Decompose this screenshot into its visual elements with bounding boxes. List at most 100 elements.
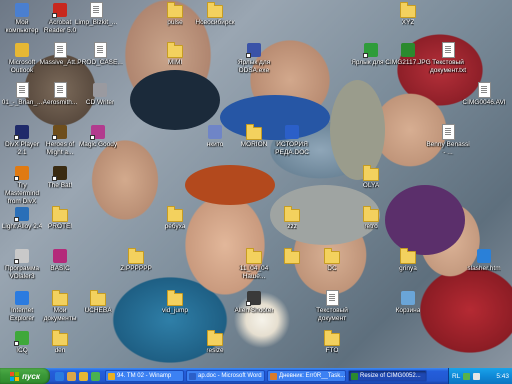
desktop-icon-label: PROD_CASE... xyxy=(77,59,123,66)
document-icon xyxy=(14,82,30,98)
desktop-icon-label: slasher.htm xyxy=(467,265,501,272)
document-icon xyxy=(52,82,68,98)
desktop-icon-xyz[interactable]: XYZ xyxy=(386,2,430,27)
desktop-icon-label: ICQ xyxy=(16,347,28,354)
folder-icon xyxy=(400,248,416,264)
start-button-label: пуск xyxy=(22,371,40,381)
network-tray-icon[interactable] xyxy=(463,372,471,380)
desktop-icon-label: pulse xyxy=(167,19,183,26)
folder-icon xyxy=(246,124,262,140)
divx-tmm-icon xyxy=(14,165,30,181)
desktop-icon-ddsa[interactable]: Ярлык для DDSA.exe xyxy=(232,42,276,75)
my-computer-icon xyxy=(14,2,30,18)
desktop-icon-aerosmith[interactable]: Aerosmith... xyxy=(38,82,82,107)
desktop-icon-slasher[interactable]: slasher.htm xyxy=(462,248,506,273)
language-indicator[interactable]: RL xyxy=(452,373,460,380)
desktop-icon-label: 01_-_Brian_... xyxy=(1,99,43,106)
folder-icon xyxy=(90,290,106,306)
desktop-icon-istoriya[interactable]: ИСТОРИЯ РЕДА.DOC xyxy=(270,124,314,157)
taskbar-button[interactable]: Resize of CIMG0052... xyxy=(348,370,427,382)
desktop-icon-label: Ярлык для DDSA.exe xyxy=(237,59,271,74)
folder-icon xyxy=(167,290,183,306)
folder-icon xyxy=(324,248,340,264)
desktop-icon-protei[interactable]: PROTEI xyxy=(38,206,82,231)
desktop-icon-label: zzz xyxy=(287,223,297,230)
folder-icon xyxy=(324,330,340,346)
folder-icon xyxy=(167,42,183,58)
document-icon xyxy=(52,42,68,58)
desktop-icon-basic[interactable]: BASIC xyxy=(38,248,82,273)
alienshooter-icon xyxy=(246,290,262,306)
taskbar-button-label: ap.doc - Microsoft Word xyxy=(198,373,262,379)
desktop-icon-fto[interactable]: FTO xyxy=(310,330,354,355)
desktop-icon-vidjump[interactable]: vid_jump xyxy=(153,290,197,315)
istoriya-icon xyxy=(284,124,300,140)
desktop-icon-novosibirsk[interactable]: Новосибирск xyxy=(193,2,237,27)
taskbar-button-label: Дневник: Err0R__Task... xyxy=(279,373,346,379)
desktop-icon-label: Текстовый документ.txt xyxy=(429,59,467,74)
folder-icon xyxy=(52,290,68,306)
volume-tray-icon[interactable] xyxy=(473,372,481,380)
desktop-icon-benny[interactable]: Benny Benassi - ... xyxy=(426,124,470,157)
taskbar-button[interactable]: ap.doc - Microsoft Word xyxy=(186,370,265,382)
desktop-icon-dc[interactable]: DC xyxy=(310,248,354,273)
desktop-icon-pulse[interactable]: pulse xyxy=(153,2,197,27)
ie-quicklaunch-icon[interactable] xyxy=(55,371,64,381)
desktop-icon-textdoc[interactable]: Текстовый документ.txt xyxy=(426,42,470,75)
task-app-icon xyxy=(351,372,358,380)
folder-icon xyxy=(284,248,300,264)
desktop-icon-dasha[interactable] xyxy=(270,248,314,265)
desktop-icon-label: The Bat! xyxy=(47,182,73,189)
quick-launch-bar xyxy=(50,371,105,381)
desktop-icon-magicgoody[interactable]: Magic Goody xyxy=(76,124,120,149)
folder-icon xyxy=(207,330,223,346)
thebat-icon xyxy=(52,165,68,181)
korzina-icon xyxy=(400,290,416,306)
taskbar-button[interactable]: Дневник: Err0R__Task... xyxy=(267,370,346,382)
task-app-icon xyxy=(108,372,115,380)
folder-icon xyxy=(207,2,223,18)
media-quicklaunch-icon[interactable] xyxy=(91,371,100,381)
start-button[interactable]: пуск xyxy=(0,368,50,384)
folder-icon xyxy=(52,330,68,346)
outlook-quicklaunch-icon[interactable] xyxy=(79,371,88,381)
desktop-icon-prod2[interactable]: PROD_CASE... xyxy=(77,42,123,67)
desktop-icon-korzina[interactable]: Корзина xyxy=(386,290,430,315)
desktop-icon-zzz[interactable]: zzz xyxy=(270,206,314,231)
desktop-icon-rebuha[interactable]: ребуха xyxy=(153,206,197,231)
acrobat-icon xyxy=(52,2,68,18)
desktop-icon-mimi[interactable]: MIMI xyxy=(153,42,197,67)
folder-icon xyxy=(400,2,416,18)
desktop-icon-ucheba[interactable]: UCHEBA xyxy=(76,290,120,315)
desktop-icon-resize[interactable]: resize xyxy=(193,330,237,355)
outlook-icon xyxy=(14,42,30,58)
desktop-icon-nkito[interactable]: нкито xyxy=(193,124,237,149)
desktop-icon-limp[interactable]: Limp_Bizkit_... xyxy=(74,2,118,27)
desktop-icon-textdoc2[interactable]: Текстовый документ xyxy=(310,290,354,323)
clock[interactable]: 5:43 xyxy=(496,373,509,380)
desktop-icon-olya[interactable]: OLYA xyxy=(349,165,393,190)
desktop-icon-label: нкито xyxy=(206,141,224,148)
desktop-icon-label: Massive_Att... xyxy=(39,59,81,66)
desktop-icon-cimg0046[interactable]: CIMG0046.AVI xyxy=(462,82,506,107)
shortcut-rus-icon xyxy=(363,42,379,58)
taskbar: пуск 94. TM 02 - Winamp ap.doc - Microsof… xyxy=(0,368,512,384)
desktop-quicklaunch-icon[interactable] xyxy=(67,371,76,381)
wallpaper-figure-hat xyxy=(185,165,275,205)
desktop-icon-thebat[interactable]: The Bat! xyxy=(38,165,82,190)
desktop-icon-cimg2117[interactable]: CIMG2117.JPG xyxy=(385,42,431,67)
desktop-icon-label: Benny Benassi - ... xyxy=(426,141,470,156)
desktop-icon-cdwriter[interactable]: CD Writer xyxy=(78,82,122,107)
taskbar-button[interactable]: 94. TM 02 - Winamp xyxy=(105,370,184,382)
desktop-icon-zippppp[interactable]: ZIPPPPPP xyxy=(114,248,158,273)
desktop-icon-massive[interactable]: Massive_Att... xyxy=(38,42,82,67)
desktop-icon-den[interactable]: den xyxy=(38,330,82,355)
desktop-icon-retro[interactable]: retro xyxy=(349,206,393,231)
desktop-icon-label: 11_04_04 Наше... xyxy=(239,265,269,280)
desktop-icon-grinya[interactable]: grinya xyxy=(386,248,430,273)
desktop-icon-alienshooter[interactable]: Alien Shooter xyxy=(232,290,276,315)
desktop-icon-label: BASIC xyxy=(50,265,70,272)
desktop-icon-label: Alien Shooter xyxy=(234,307,274,314)
folder-icon xyxy=(246,248,262,264)
desktop-icon-label: Magic Goody xyxy=(78,141,118,148)
